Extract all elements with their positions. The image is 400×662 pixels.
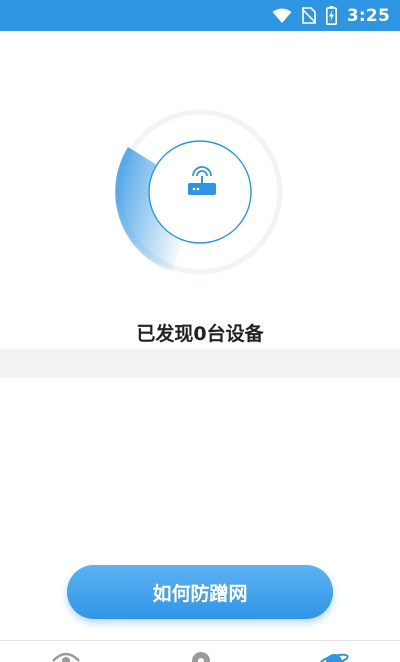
battery-charging-icon (325, 6, 337, 25)
bottom-nav (0, 640, 400, 662)
how-to-prevent-leeching-button[interactable]: 如何防蹭网 (67, 565, 333, 619)
status-time: 3:25 (346, 5, 390, 26)
radar-scanner (115, 109, 283, 275)
location-icon[interactable] (186, 651, 216, 662)
wifi-icon (272, 8, 292, 23)
eye-icon[interactable] (51, 651, 81, 662)
status-icons: 3:25 (272, 0, 390, 31)
no-sim-icon (301, 7, 316, 24)
status-bar: 3:25 (0, 0, 400, 31)
scan-area: 已发现0台设备 (0, 31, 400, 349)
devices-found-label: 已发现0台设备 (136, 323, 264, 345)
planet-icon[interactable] (319, 651, 349, 662)
section-divider (0, 349, 400, 378)
